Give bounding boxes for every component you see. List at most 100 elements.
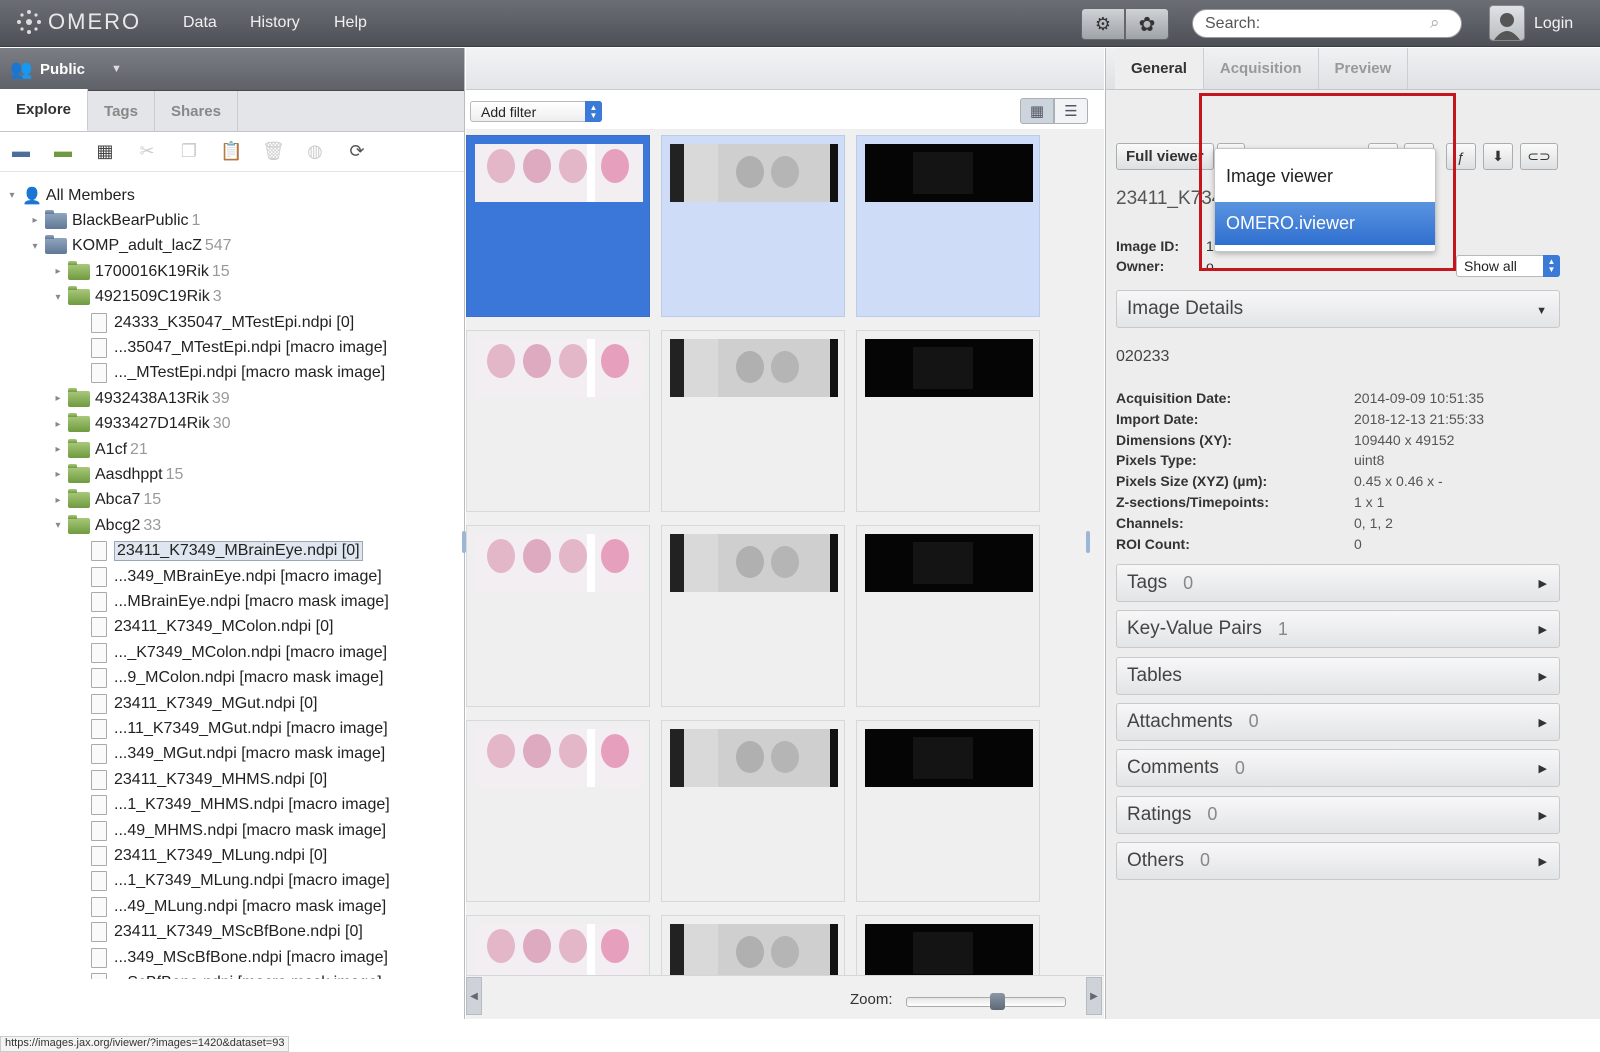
accordion-attachments[interactable]: Attachments 0 ▶ bbox=[1116, 702, 1560, 741]
login-link[interactable]: Login bbox=[1534, 15, 1573, 33]
image-thumbnail[interactable] bbox=[856, 525, 1040, 707]
apps-button[interactable]: ✿ bbox=[1125, 8, 1169, 40]
search-input[interactable] bbox=[1192, 9, 1462, 38]
link-button[interactable]: ⊂⊃ bbox=[1520, 143, 1558, 170]
group-selector[interactable]: 👥 Public ▼ bbox=[0, 48, 464, 91]
right-splitter-handle[interactable] bbox=[1086, 531, 1090, 553]
collapsed-arrow-icon[interactable]: ▸ bbox=[52, 266, 64, 277]
tree-image-item[interactable]: ...9_MColon.ndpi [macro mask image] bbox=[75, 666, 383, 691]
tab-explore[interactable]: Explore bbox=[0, 89, 89, 131]
tree-image-item[interactable]: ...MBrainEye.ndpi [macro mask image] bbox=[75, 589, 389, 614]
tree-image-item[interactable]: ...11_K7349_MGut.ndpi [macro image] bbox=[75, 716, 388, 741]
tree-image-item[interactable]: 23411_K7349_MGut.ndpi [0] bbox=[75, 691, 317, 716]
image-thumbnail[interactable] bbox=[661, 525, 845, 707]
tree-image-item[interactable]: 23411_K7349_MScBfBone.ndpi [0] bbox=[75, 920, 363, 945]
tab-general[interactable]: General bbox=[1115, 48, 1204, 89]
new-dataset-icon[interactable]: ▬ bbox=[52, 141, 74, 162]
tree-project-item[interactable]: ▸ BlackBearPublic 1 bbox=[29, 208, 200, 233]
tree-image-item[interactable]: 23411_K7349_MColon.ndpi [0] bbox=[75, 615, 333, 640]
delete-icon[interactable]: 🗑 bbox=[262, 141, 285, 162]
nav-data[interactable]: Data bbox=[183, 14, 217, 32]
tree-image-item[interactable]: ...349_MBrainEye.ndpi [macro image] bbox=[75, 564, 382, 589]
tab-tags[interactable]: Tags bbox=[88, 91, 155, 131]
settings-button[interactable]: ⚙ bbox=[1081, 8, 1125, 40]
tree-project-item[interactable]: ▾ KOMP_adult_lacZ 547 bbox=[29, 234, 232, 259]
expanded-arrow-icon[interactable]: ▾ bbox=[52, 520, 64, 531]
tree-dataset-item[interactable]: ▸ Abca7 15 bbox=[52, 488, 161, 513]
tree-image-item[interactable]: ...1_K7349_MLung.ndpi [macro image] bbox=[75, 869, 390, 894]
tree-image-item[interactable]: 23411_K7349_MLung.ndpi [0] bbox=[75, 843, 327, 868]
share-globe-icon[interactable]: ◍ bbox=[304, 141, 326, 162]
list-view-button[interactable]: ☰ bbox=[1054, 98, 1088, 124]
accordion-others[interactable]: Others 0 ▶ bbox=[1116, 841, 1560, 880]
tree-image-item[interactable]: ...1_K7349_MHMS.ndpi [macro image] bbox=[75, 793, 390, 818]
tree-image-item[interactable]: ...349_MScBfBone.ndpi [macro image] bbox=[75, 945, 388, 970]
expanded-arrow-icon[interactable]: ▾ bbox=[52, 292, 64, 303]
accordion-key-value-pairs[interactable]: Key-Value Pairs 1 ▶ bbox=[1116, 610, 1560, 649]
image-thumbnail[interactable] bbox=[856, 720, 1040, 902]
left-splitter-handle[interactable] bbox=[462, 531, 466, 553]
zoom-slider-handle[interactable] bbox=[990, 993, 1006, 1010]
tree-image-item[interactable]: ...35047_MTestEpi.ndpi [macro image] bbox=[75, 335, 387, 360]
cut-icon[interactable]: ✂ bbox=[136, 141, 158, 162]
collapse-left-button[interactable]: ◀ bbox=[466, 977, 482, 1015]
image-thumbnail[interactable] bbox=[466, 720, 650, 902]
expanded-arrow-icon[interactable]: ▾ bbox=[6, 190, 18, 201]
nav-help[interactable]: Help bbox=[334, 14, 367, 32]
zoom-slider[interactable] bbox=[906, 997, 1066, 1007]
tree-image-item[interactable]: 23411_K7349_MHMS.ndpi [0] bbox=[75, 767, 327, 792]
tree-dataset-item[interactable]: ▾ Abcg2 33 bbox=[52, 513, 161, 538]
image-thumbnail[interactable] bbox=[661, 915, 845, 975]
tab-preview[interactable]: Preview bbox=[1319, 48, 1409, 89]
tree-dataset-item[interactable]: ▸ Aasdhppt 15 bbox=[52, 462, 183, 487]
image-thumbnail[interactable] bbox=[661, 330, 845, 512]
image-thumbnail[interactable] bbox=[856, 135, 1040, 317]
tab-shares[interactable]: Shares bbox=[155, 91, 238, 131]
search-icon[interactable]: ⌕ bbox=[1430, 13, 1440, 33]
show-all-select[interactable]: Show all ▲ ▼ bbox=[1456, 255, 1560, 277]
accordion-comments[interactable]: Comments 0 ▶ bbox=[1116, 749, 1560, 788]
tree-image-item[interactable]: 23411_K7349_MBrainEye.ndpi [0] bbox=[75, 539, 363, 564]
accordion-tables[interactable]: Tables ▶ bbox=[1116, 656, 1560, 695]
image-thumbnail[interactable] bbox=[661, 135, 845, 317]
image-thumbnail[interactable] bbox=[856, 330, 1040, 512]
expanded-arrow-icon[interactable]: ▾ bbox=[29, 241, 41, 252]
tree-dataset-item[interactable]: ▾ 4921509C19Rik 3 bbox=[52, 285, 222, 310]
image-thumbnail[interactable] bbox=[466, 525, 650, 707]
add-filter-select[interactable]: Add filter ▲ ▼ bbox=[470, 101, 602, 122]
new-screen-icon[interactable]: ▦ bbox=[94, 141, 116, 162]
tree-dataset-item[interactable]: ▸ 4932438A13Rik 39 bbox=[52, 386, 230, 411]
paste-icon[interactable]: 📋 bbox=[220, 141, 242, 162]
collapsed-arrow-icon[interactable]: ▸ bbox=[29, 215, 41, 226]
collapsed-arrow-icon[interactable]: ▸ bbox=[52, 469, 64, 480]
image-thumbnail[interactable] bbox=[466, 330, 650, 512]
accordion-ratings[interactable]: Ratings 0 ▶ bbox=[1116, 795, 1560, 834]
collapsed-arrow-icon[interactable]: ▸ bbox=[52, 495, 64, 506]
tree-dataset-item[interactable]: ▸ 1700016K19Rik 15 bbox=[52, 259, 230, 284]
refresh-icon[interactable]: ⟳ bbox=[346, 141, 368, 162]
thumbnail-view-button[interactable]: ▦ bbox=[1020, 98, 1054, 124]
download-button[interactable]: ⬇ bbox=[1483, 143, 1513, 170]
tree-image-item[interactable]: ...49_MLung.ndpi [macro mask image] bbox=[75, 894, 386, 919]
image-details-accordion[interactable]: Image Details ▼ bbox=[1116, 290, 1560, 328]
image-thumbnail[interactable] bbox=[661, 720, 845, 902]
tree-image-item[interactable]: 24333_K35047_MTestEpi.ndpi [0] bbox=[75, 310, 354, 335]
collapsed-arrow-icon[interactable]: ▸ bbox=[52, 393, 64, 404]
tree-image-item[interactable]: ...349_MGut.ndpi [macro mask image] bbox=[75, 742, 385, 767]
tree-image-item[interactable]: ...49_MHMS.ndpi [macro mask image] bbox=[75, 818, 386, 843]
tree-dataset-item[interactable]: ▸ 4933427D14Rik 30 bbox=[52, 412, 231, 437]
collapsed-arrow-icon[interactable]: ▸ bbox=[52, 444, 64, 455]
tree-image-item[interactable]: ..._MTestEpi.ndpi [macro mask image] bbox=[75, 361, 385, 386]
accordion-tags[interactable]: Tags 0 ▶ bbox=[1116, 564, 1560, 602]
tree-image-item[interactable]: ...ScBfBone.ndpi [macro mask image] bbox=[75, 970, 382, 979]
avatar[interactable] bbox=[1489, 5, 1525, 41]
tab-acquisition[interactable]: Acquisition bbox=[1204, 48, 1319, 89]
collapse-right-button[interactable]: ▶ bbox=[1086, 977, 1102, 1015]
omero-logo[interactable]: OMERO bbox=[16, 9, 141, 35]
tree-root-item[interactable]: ▾ 👤 All Members bbox=[6, 183, 134, 208]
tree-image-item[interactable]: ..._K7349_MColon.ndpi [macro image] bbox=[75, 640, 387, 665]
image-thumbnail[interactable] bbox=[856, 915, 1040, 975]
new-project-icon[interactable]: ▬ bbox=[10, 141, 32, 162]
copy-icon[interactable]: ❐ bbox=[178, 141, 200, 162]
image-thumbnail[interactable] bbox=[466, 915, 650, 975]
